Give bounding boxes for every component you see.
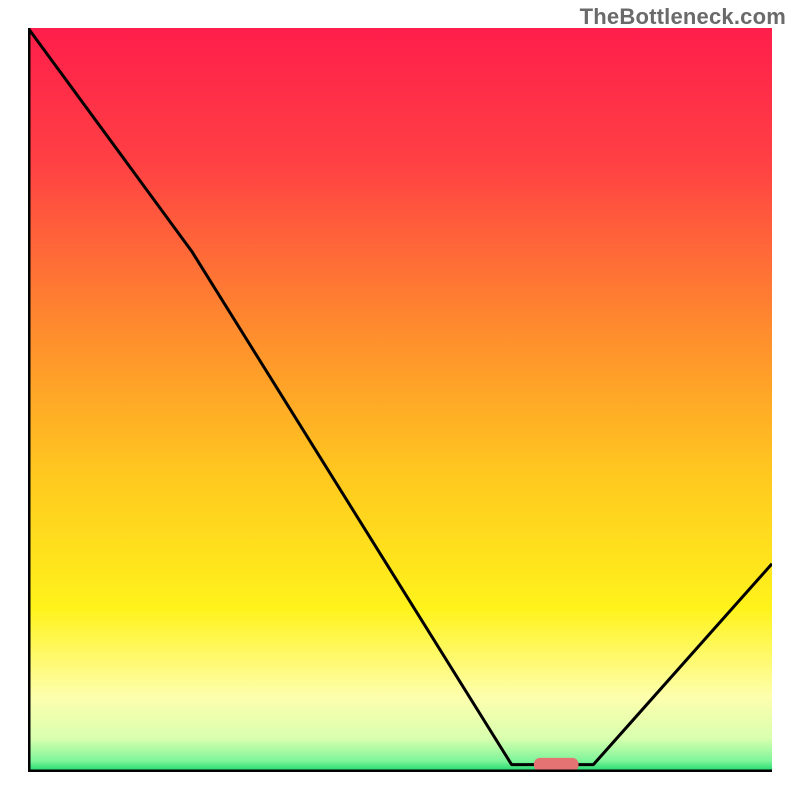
chart-svg [28,28,772,772]
chart-container: TheBottleneck.com [0,0,800,800]
gradient-background [28,28,772,772]
attribution-text: TheBottleneck.com [580,4,786,30]
plot-area [28,28,772,772]
optimum-marker [534,758,579,771]
